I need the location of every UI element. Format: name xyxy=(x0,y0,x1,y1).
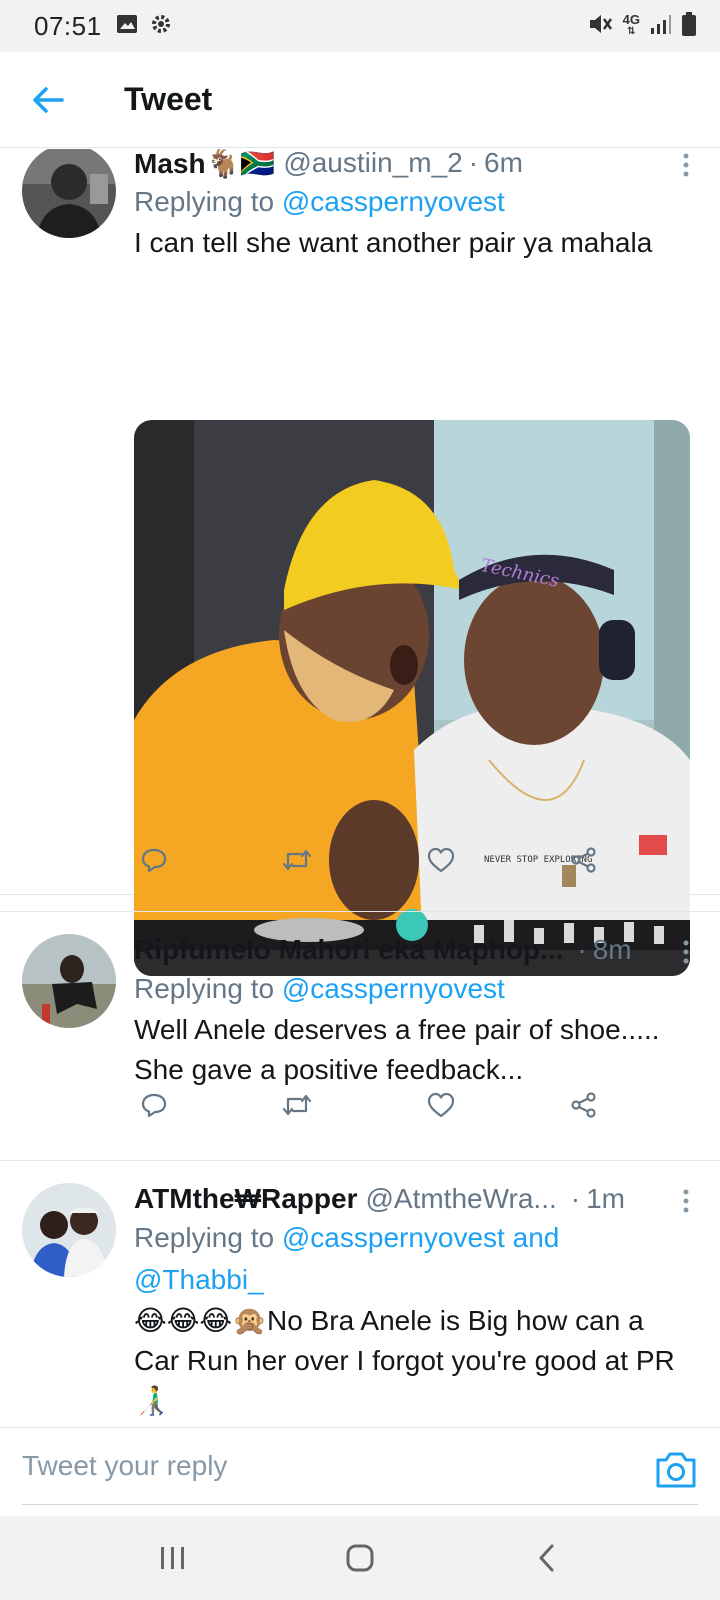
reply-underline xyxy=(22,1504,698,1505)
author-handle[interactable]: @AtmtheWra... xyxy=(365,1183,556,1215)
tweet-meta: Mash🐐🇿🇦 @austiin_m_2 · 6m xyxy=(134,149,700,181)
retweet-button[interactable] xyxy=(277,1085,317,1125)
recents-icon xyxy=(161,1547,185,1569)
page-title: Tweet xyxy=(124,81,213,117)
more-vertical-icon xyxy=(683,940,689,964)
gallery-icon xyxy=(116,14,138,39)
separator-dot: · xyxy=(468,149,479,178)
tweet-meta: Ripfumelo Mahori eka Maphop... · 8m xyxy=(134,932,700,968)
network-label: 4G xyxy=(622,12,640,27)
replying-to: Replying to @casspernyovest and @Thabbi_ xyxy=(134,1217,614,1301)
tweet-time: 1m xyxy=(586,1183,625,1214)
retweet-icon xyxy=(283,1094,312,1116)
reply-input[interactable]: Tweet your reply xyxy=(22,1450,227,1482)
tweet-2-actions xyxy=(134,1085,604,1125)
screen: 07:51 4G ⇅ Tweet Mash🐐🇿🇦 @austiin_m_2 · … xyxy=(0,0,720,1600)
home-button[interactable] xyxy=(330,1528,390,1588)
header: Tweet xyxy=(0,52,720,148)
tweet-1[interactable]: Mash🐐🇿🇦 @austiin_m_2 · 6m Replying to @c… xyxy=(0,149,720,976)
avatar[interactable] xyxy=(22,934,116,1028)
author-name[interactable]: ATMthe₩Rapper xyxy=(134,1183,357,1215)
share-button[interactable] xyxy=(564,1085,604,1125)
like-button[interactable] xyxy=(421,1085,461,1125)
back-button[interactable] xyxy=(16,68,80,132)
mention-link[interactable]: @casspernyovest xyxy=(282,973,505,1004)
author-name[interactable]: Ripfumelo Mahori eka Maphop... xyxy=(134,934,563,966)
recents-button[interactable] xyxy=(143,1528,203,1588)
replying-prefix: Replying to xyxy=(134,186,275,217)
tweet-text: Well Anele deserves a free pair of shoe.… xyxy=(134,1014,660,1085)
back-arrow-icon xyxy=(33,86,64,113)
system-back-button[interactable] xyxy=(517,1528,577,1588)
replying-to: Replying to @casspernyovest xyxy=(134,181,700,223)
tweet-2[interactable]: Ripfumelo Mahori eka Maphop... · 8m Repl… xyxy=(0,912,720,1160)
data-arrows-icon: ⇅ xyxy=(627,26,636,37)
tweet-meta: ATMthe₩Rapper @AtmtheWra... · 1m xyxy=(134,1181,700,1217)
more-vertical-icon xyxy=(683,1189,689,1213)
tweet-text: I can tell she want another pair ya maha… xyxy=(134,227,653,258)
replying-to: Replying to @casspernyovest xyxy=(134,968,700,1010)
share-icon xyxy=(571,1092,596,1118)
system-nav-bar xyxy=(0,1516,720,1600)
replying-prefix: Replying to xyxy=(134,973,275,1004)
mute-icon xyxy=(587,12,613,41)
status-bar: 07:51 4G ⇅ xyxy=(0,0,720,52)
more-options-button[interactable] xyxy=(676,938,696,966)
replying-prefix: Replying to xyxy=(134,1222,275,1253)
more-options-button[interactable] xyxy=(676,151,696,179)
more-options-button[interactable] xyxy=(676,1187,696,1215)
home-icon xyxy=(346,1544,374,1572)
more-vertical-icon xyxy=(683,153,689,177)
tweet-time: 6m xyxy=(484,149,523,178)
like-icon xyxy=(427,847,454,873)
reply-icon xyxy=(141,1093,167,1118)
tweet-time: 8m xyxy=(592,934,632,965)
signal-icon xyxy=(650,13,672,40)
avatar[interactable] xyxy=(22,1183,116,1277)
battery-icon xyxy=(682,11,696,41)
tweet-1-actions xyxy=(134,840,604,880)
reply-button[interactable] xyxy=(134,1085,174,1125)
mention-link[interactable]: @casspernyovest xyxy=(282,186,505,217)
like-button[interactable] xyxy=(421,840,461,880)
camera-icon xyxy=(656,1452,696,1488)
reply-bar: Tweet your reply xyxy=(0,1427,720,1515)
tweet-3[interactable]: ATMthe₩Rapper @AtmtheWra... · 1m Replyin… xyxy=(0,1161,720,1427)
author-handle[interactable]: @austiin_m_2 xyxy=(283,149,462,179)
reply-icon xyxy=(141,848,167,873)
separator-dot: · xyxy=(570,1183,581,1214)
retweet-icon xyxy=(283,849,312,871)
separator-dot: · xyxy=(577,934,587,965)
share-button[interactable] xyxy=(564,840,604,880)
tweet-text: 😂😂😂🙊No Bra Anele is Big how can a Car Ru… xyxy=(134,1305,675,1416)
network-4g-icon: 4G ⇅ xyxy=(622,12,640,38)
like-icon xyxy=(427,1092,454,1118)
avatar[interactable] xyxy=(22,149,116,238)
share-icon xyxy=(571,847,596,873)
back-icon xyxy=(539,1544,554,1572)
retweet-button[interactable] xyxy=(277,840,317,880)
reply-button[interactable] xyxy=(134,840,174,880)
status-time: 07:51 xyxy=(34,10,102,41)
author-name[interactable]: Mash🐐🇿🇦 xyxy=(134,149,275,180)
tweet-media-photo[interactable]: Technics NEVER STOP EXPLORING xyxy=(134,420,690,976)
camera-button[interactable] xyxy=(654,1450,698,1490)
settings-icon xyxy=(150,13,172,40)
